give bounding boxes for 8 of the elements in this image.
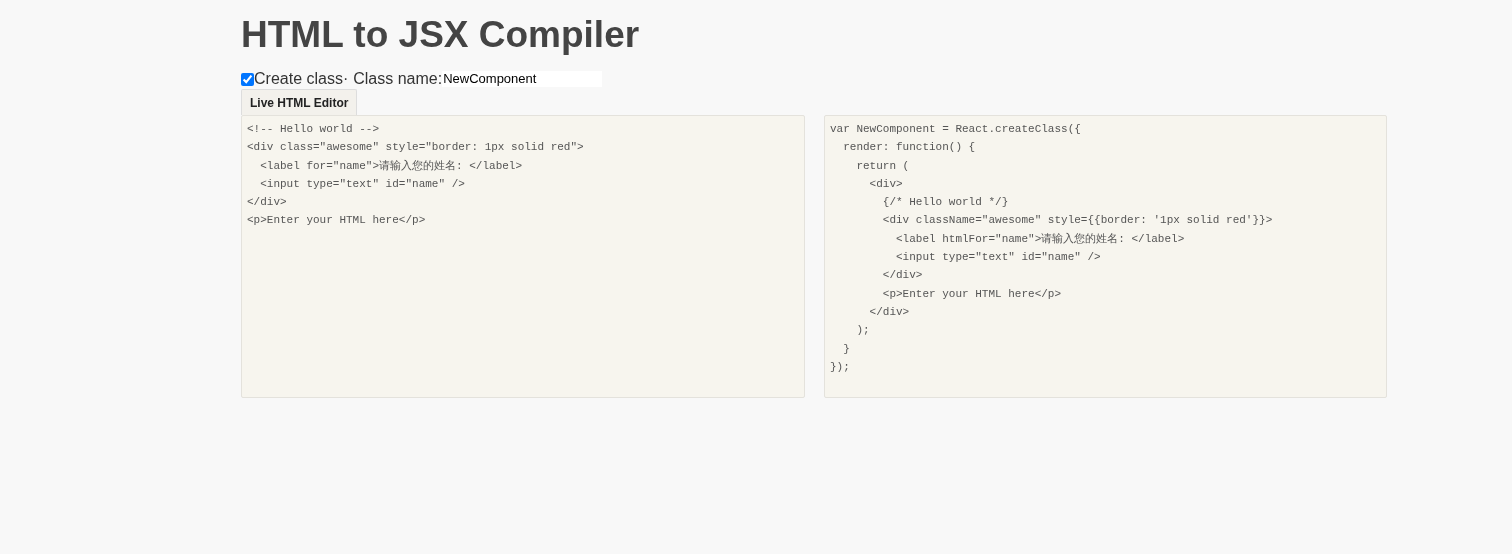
create-class-checkbox[interactable] (241, 72, 254, 86)
class-name-field[interactable]: NewComponent (442, 71, 603, 87)
html-editor[interactable]: <!-- Hello world --> <div class="awesome" style="border: 1px solid red"> <label for="name">请输入您的姓名: </label> <input type="text" id="name" /> </div> <p>Enter your HTML here</p> (241, 115, 805, 398)
class-name-label: Class name: (353, 71, 443, 87)
page-title: HTML to JSX Compiler (241, 16, 640, 53)
create-class-label: Create class· (254, 71, 349, 87)
editor-tab[interactable]: Live HTML Editor (241, 89, 358, 115)
jsx-output: var NewComponent = React.createClass({ render: function() { return ( <div> {/* Hello world */} <div className="awesome" style={{border: '1px solid red'}}> <label htmlFor="name">请输入您的姓名: </label> <input type="text" id="name" /> </div> <p>Enter your HTML here</p> </div> ); } }); (824, 115, 1387, 398)
